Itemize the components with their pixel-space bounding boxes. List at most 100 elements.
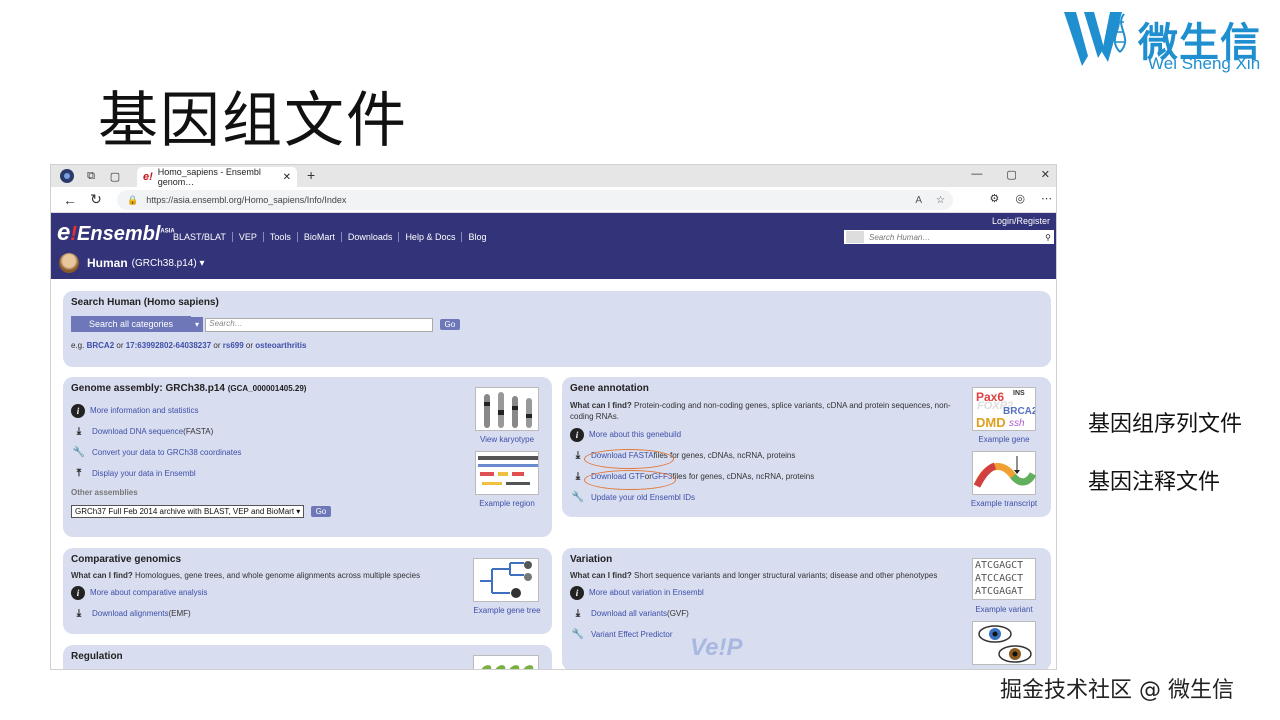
example-gene-link[interactable]: Example gene: [968, 435, 1040, 444]
download-icon: ⤓: [76, 608, 82, 619]
slide-title: 基因组文件: [98, 86, 408, 156]
login-link[interactable]: Login/Register: [992, 216, 1050, 226]
w-logo-icon: [1064, 12, 1127, 66]
category-dropdown[interactable]: Search all categories: [71, 316, 192, 332]
highlight-fasta-oval: [584, 449, 674, 469]
transcript-thumb[interactable]: [972, 451, 1037, 495]
genome-assembly-panel: Genome assembly: GRCh38.p14 (GCA_0000014…: [63, 377, 552, 537]
collections-icon[interactable]: ◎: [1015, 192, 1025, 205]
tab-bar: ⧉ ▢ e! Homo_sapiens - Ensembl genom… ✕ +…: [51, 165, 1056, 187]
close-window-icon[interactable]: ✕: [1041, 168, 1050, 181]
assembly-go-button[interactable]: Go: [310, 506, 332, 518]
chevron-down-icon[interactable]: ▾: [191, 317, 204, 332]
nav-help[interactable]: Help & Docs: [398, 232, 461, 242]
brand-name-en: Wei Sheng Xin: [1148, 54, 1261, 73]
eyes-thumb[interactable]: [972, 621, 1036, 665]
ensembl-header: e!EnsemblASIA BLAST/BLAT VEP Tools BioMa…: [51, 213, 1056, 279]
display-data-link[interactable]: Display your data in Ensembl: [92, 469, 196, 478]
more-menu-icon[interactable]: ⋯: [1041, 192, 1052, 205]
vep-link[interactable]: Variant Effect Predictor: [591, 630, 673, 639]
nav-blog[interactable]: Blog: [461, 232, 492, 242]
genome-title: Genome assembly: GRCh38.p14 (GCA_0000014…: [71, 383, 307, 394]
ensembl-nav: BLAST/BLAT VEP Tools BioMart Downloads H…: [173, 232, 492, 242]
refresh-icon[interactable]: ↻: [89, 191, 103, 208]
browser-window: ⧉ ▢ e! Homo_sapiens - Ensembl genom… ✕ +…: [50, 164, 1057, 670]
assembly-select[interactable]: GRCh37 Full Feb 2014 archive with BLAST,…: [71, 505, 305, 518]
download-dna-link[interactable]: Download DNA sequence: [92, 427, 183, 436]
regulation-thumb[interactable]: [473, 655, 539, 669]
search-go-button[interactable]: Go: [439, 319, 461, 331]
nav-biomart[interactable]: BioMart: [296, 232, 341, 242]
address-bar-row: ← ↻ 🔒 https://asia.ensembl.org/Homo_sapi…: [51, 187, 1056, 213]
highlight-gtf-oval: [584, 470, 676, 490]
download-icon: ⤓: [76, 426, 82, 437]
info-icon: i: [71, 585, 85, 600]
comparative-more-link[interactable]: More about comparative analysis: [90, 588, 207, 597]
info-icon: i: [71, 403, 85, 418]
nav-vep[interactable]: VEP: [231, 232, 263, 242]
notes: 基因组序列文件 基因注释文件: [1088, 406, 1242, 522]
tab-actions-icon[interactable]: ▢: [107, 168, 123, 184]
watermark: 掘金技术社区 @ 微生信: [1000, 678, 1234, 703]
download-variants-link[interactable]: Download all variants: [591, 609, 667, 618]
close-tab-icon[interactable]: ✕: [283, 172, 291, 183]
profile-icon[interactable]: [59, 168, 75, 184]
header-search[interactable]: Search Human… ⚲: [844, 230, 1054, 244]
gene-tree-thumb[interactable]: [473, 558, 539, 602]
back-icon[interactable]: ←: [63, 192, 77, 208]
read-aloud-icon[interactable]: A: [915, 195, 922, 206]
vep-logo: Ve!P: [690, 634, 743, 661]
more-info-link[interactable]: More information and statistics: [90, 406, 199, 415]
brand-logo: 微生信 Wei Sheng Xin: [1064, 8, 1270, 74]
update-ids-link[interactable]: Update your old Ensembl IDs: [591, 493, 695, 502]
note-annotation: 基因注释文件: [1088, 470, 1221, 495]
tab-title: Homo_sapiens - Ensembl genom…: [157, 167, 261, 187]
region-thumb[interactable]: [475, 451, 539, 495]
slide: 微生信 Wei Sheng Xin 基因组文件 基因组序列文件 基因注释文件 掘…: [0, 0, 1280, 720]
upload-icon: ⤒: [76, 468, 82, 479]
gene-thumb[interactable]: Pax6 INS FOXP2 BRCA2 DMD ssh: [972, 387, 1036, 431]
nav-downloads[interactable]: Downloads: [340, 232, 399, 242]
example-region-link[interactable]: Example region: [469, 499, 545, 508]
info-icon: i: [570, 585, 584, 600]
convert-link[interactable]: Convert your data to GRCh38 coordinates: [92, 448, 241, 457]
extensions-icon[interactable]: ⚙: [990, 192, 1000, 205]
note-genome-seq: 基因组序列文件: [1088, 412, 1243, 437]
minimize-icon[interactable]: —: [971, 168, 982, 181]
page-content: Search Human (Homo sapiens) Search all c…: [51, 281, 1056, 669]
maximize-icon[interactable]: ▢: [1006, 168, 1016, 181]
variation-more-link[interactable]: More about variation in Ensembl: [589, 588, 704, 597]
search-icon[interactable]: ⚲: [1045, 233, 1051, 242]
karyotype-thumb[interactable]: [475, 387, 539, 431]
example-osteoarthritis[interactable]: osteoarthritis: [255, 341, 306, 350]
assembly-dropdown[interactable]: (GRCh38.p14) ▾: [132, 258, 205, 269]
example-brca2[interactable]: BRCA2: [87, 341, 115, 350]
view-karyotype-link[interactable]: View karyotype: [471, 435, 543, 444]
nav-tools[interactable]: Tools: [262, 232, 297, 242]
ensembl-logo[interactable]: e!EnsemblASIA: [57, 219, 175, 247]
search-input[interactable]: Search…: [205, 317, 434, 332]
workspaces-icon[interactable]: ⧉: [83, 168, 99, 184]
example-gene-tree-link[interactable]: Example gene tree: [467, 606, 547, 615]
species-avatar: [59, 253, 79, 273]
example-locus[interactable]: 17:63992802-64038237: [126, 341, 211, 350]
download-alignments-link[interactable]: Download alignments: [92, 609, 169, 618]
tab-ensembl[interactable]: e! Homo_sapiens - Ensembl genom… ✕: [137, 167, 297, 187]
lock-icon: 🔒: [127, 194, 139, 205]
nav-blast[interactable]: BLAST/BLAT: [173, 232, 232, 242]
search-panel-title: Search Human (Homo sapiens): [71, 297, 219, 308]
wrench-icon: 🔧: [571, 492, 585, 503]
variant-thumb[interactable]: ATCGAGCT ATCCAGCT ATCGAGAT: [972, 558, 1036, 600]
wrench-icon: 🔧: [571, 629, 585, 640]
genebuild-link[interactable]: More about this genebuild: [589, 430, 681, 439]
url-field[interactable]: 🔒 https://asia.ensembl.org/Homo_sapiens/…: [117, 190, 953, 210]
species-selector-icon[interactable]: [846, 231, 864, 243]
new-tab-icon[interactable]: +: [307, 167, 315, 183]
example-rs699[interactable]: rs699: [223, 341, 244, 350]
favorite-star-icon[interactable]: ☆: [936, 195, 945, 206]
download-icon: ⤓: [575, 608, 581, 619]
example-transcript-link[interactable]: Example transcript: [964, 499, 1044, 508]
species-name: Human: [87, 256, 128, 270]
url-text: https://asia.ensembl.org/Homo_sapiens/In…: [146, 195, 347, 205]
example-variant-link[interactable]: Example variant: [966, 605, 1042, 614]
